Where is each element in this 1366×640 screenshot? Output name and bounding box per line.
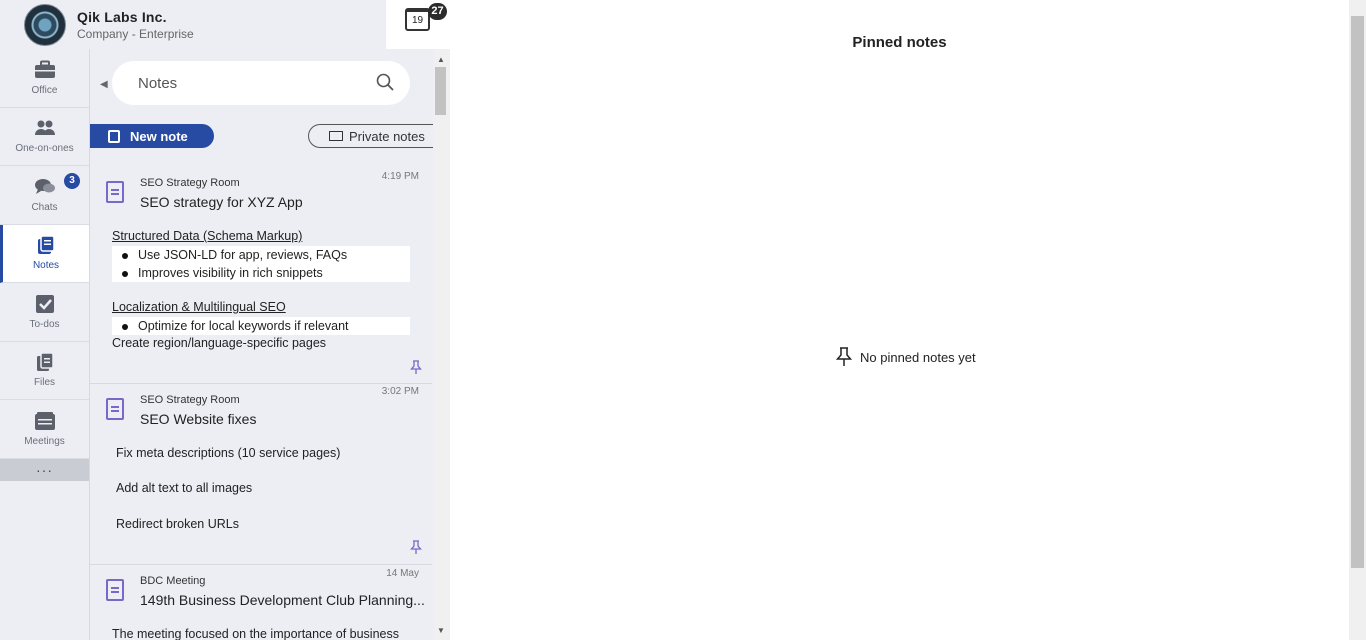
nav-label-chats: Chats	[31, 201, 58, 213]
page-scroll-thumb[interactable]	[1351, 16, 1364, 568]
note-section-heading: Localization & Multilingual SEO	[112, 300, 286, 314]
new-note-label: New note	[130, 128, 188, 144]
scroll-down-arrow[interactable]: ▼	[437, 626, 445, 635]
note-time: 14 May	[386, 568, 419, 579]
notes-search-box[interactable]	[112, 61, 410, 105]
note-document-icon	[106, 579, 124, 601]
calendar-area: 19 27	[386, 0, 450, 49]
empty-state: No pinned notes yet	[836, 347, 976, 367]
private-notes-button[interactable]: Private notes	[308, 124, 438, 148]
note-card[interactable]: 3:02 PM SEO Strategy Room SEO Website fi…	[90, 384, 432, 565]
note-bullet-list: Optimize for local keywords if relevant	[112, 317, 410, 335]
pin-icon[interactable]	[410, 540, 422, 554]
workspace-header[interactable]: Qik Labs Inc. Company - Enterprise	[0, 0, 386, 49]
chat-bubbles-icon	[34, 178, 55, 194]
nav-item-chats[interactable]: Chats 3	[0, 166, 89, 225]
note-title: SEO Website fixes	[140, 411, 257, 427]
notes-scrollbar[interactable]	[433, 49, 450, 640]
note-document-icon	[106, 398, 124, 420]
note-card[interactable]: 4:19 PM SEO Strategy Room SEO strategy f…	[90, 165, 432, 384]
notes-scroll-thumb[interactable]	[435, 67, 446, 115]
nav-label-office: Office	[31, 84, 58, 96]
private-notes-icon	[329, 131, 343, 141]
note-room: BDC Meeting	[140, 575, 206, 587]
note-title: 149th Business Development Club Planning…	[140, 592, 425, 608]
note-section-heading: Structured Data (Schema Markup)	[112, 229, 303, 243]
calendar-badge: 27	[428, 3, 447, 20]
more-button[interactable]: ···	[0, 458, 89, 481]
notes-panel: ◀ New note Private notes 4:19 PM SEO Str…	[90, 49, 450, 640]
note-preview: The meeting focused on the importance of…	[112, 627, 399, 640]
meetings-icon	[34, 411, 55, 430]
nav-label-files: Files	[33, 377, 56, 389]
page-title: Pinned notes	[852, 34, 947, 51]
company-logo	[24, 3, 66, 46]
pin-icon	[836, 347, 852, 366]
briefcase-icon	[34, 60, 55, 78]
notes-icon	[38, 235, 55, 255]
nav-item-notes[interactable]: Notes	[0, 224, 89, 283]
notes-search-input[interactable]	[138, 74, 358, 92]
new-note-button[interactable]: New note	[90, 124, 214, 148]
note-document-icon	[106, 181, 124, 203]
nav-label-meetings: Meetings	[24, 435, 65, 447]
note-text-line: Add alt text to all images	[116, 481, 253, 495]
nav-label-todos: To-dos	[29, 318, 60, 330]
note-room: SEO Strategy Room	[140, 394, 240, 406]
nav-item-files[interactable]: Files	[0, 342, 89, 400]
note-time: 3:02 PM	[381, 386, 419, 397]
nav-item-office[interactable]: Office	[0, 49, 89, 108]
new-note-icon	[108, 129, 120, 143]
company-name: Qik Labs Inc.	[77, 8, 167, 25]
checkbox-icon	[35, 294, 54, 313]
nav-label-notes: Notes	[32, 260, 60, 272]
files-icon	[36, 352, 54, 372]
collapse-panel-icon[interactable]: ◀	[100, 79, 108, 90]
note-text-line: Create region/language-specific pages	[112, 336, 327, 350]
people-icon	[34, 120, 55, 136]
note-bullet-list: Use JSON-LD for app, reviews, FAQs Impro…	[112, 246, 410, 282]
main-nav: Office One-on-ones Chats 3 Notes To-dos …	[0, 49, 90, 640]
nav-item-meetings[interactable]: Meetings	[0, 400, 89, 459]
pin-icon[interactable]	[410, 360, 422, 374]
note-title: SEO strategy for XYZ App	[140, 194, 303, 210]
nav-label-one-on-ones: One-on-ones	[15, 143, 74, 155]
note-card[interactable]: 14 May BDC Meeting 149th Business Develo…	[90, 565, 432, 640]
note-bullet: Improves visibility in rich snippets	[112, 264, 410, 282]
note-bullet: Optimize for local keywords if relevant	[112, 317, 410, 335]
calendar-icon[interactable]: 19	[405, 8, 430, 31]
private-notes-label: Private notes	[349, 128, 425, 144]
empty-state-text: No pinned notes yet	[860, 349, 976, 365]
company-info: Qik Labs Inc. Company - Enterprise	[77, 9, 194, 41]
nav-item-todos[interactable]: To-dos	[0, 283, 89, 342]
note-time: 4:19 PM	[381, 171, 419, 182]
scroll-up-arrow[interactable]: ▲	[437, 55, 445, 64]
search-icon[interactable]	[376, 73, 394, 91]
note-text-line: Fix meta descriptions (10 service pages)	[116, 446, 341, 460]
note-bullet: Use JSON-LD for app, reviews, FAQs	[112, 246, 410, 264]
nav-item-one-on-ones[interactable]: One-on-ones	[0, 108, 89, 166]
company-subtitle: Company - Enterprise	[77, 26, 194, 41]
pinned-notes-view: Pinned notes No pinned notes yet	[450, 0, 1349, 640]
chats-unread-badge: 3	[64, 173, 80, 189]
note-text-line: Redirect broken URLs	[116, 517, 239, 531]
note-room: SEO Strategy Room	[140, 177, 240, 189]
